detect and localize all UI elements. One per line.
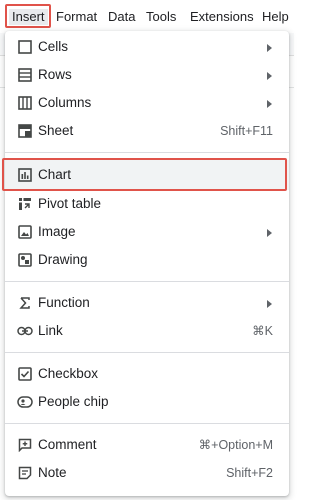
submenu-arrow-icon bbox=[267, 72, 272, 80]
shortcut-text: ⌘K bbox=[252, 324, 273, 338]
menu-item-label: Pivot table bbox=[38, 196, 102, 211]
image-icon bbox=[17, 224, 33, 240]
menu-separator bbox=[5, 423, 289, 424]
menu-item-pivot-table[interactable]: Pivot table bbox=[5, 190, 289, 218]
menu-item-label: Comment bbox=[38, 437, 97, 452]
menu-item-label: Link bbox=[38, 323, 63, 338]
menu-help[interactable]: Help bbox=[262, 9, 289, 25]
menu-item-checkbox[interactable]: Checkbox bbox=[5, 360, 289, 388]
insert-highlight-box bbox=[5, 4, 51, 28]
menu-separator bbox=[5, 281, 289, 282]
menu-item-people-chip[interactable]: People chip bbox=[5, 388, 289, 416]
add-comment-icon bbox=[17, 437, 33, 453]
note-icon bbox=[17, 465, 33, 481]
menu-item-note[interactable]: Note Shift+F2 bbox=[5, 459, 289, 487]
menu-item-rows[interactable]: Rows bbox=[5, 61, 289, 89]
menu-item-label: Image bbox=[38, 224, 76, 239]
link-icon bbox=[17, 323, 33, 339]
sigma-icon bbox=[17, 295, 33, 311]
menu-item-label: Function bbox=[38, 295, 90, 310]
menu-data[interactable]: Data bbox=[108, 9, 135, 25]
menu-item-label: Sheet bbox=[38, 123, 74, 138]
menu-item-sheet[interactable]: Sheet Shift+F11 bbox=[5, 117, 289, 145]
menu-separator bbox=[5, 152, 289, 153]
menu-format[interactable]: Format bbox=[56, 9, 97, 25]
menu-item-label: Checkbox bbox=[38, 366, 99, 381]
submenu-arrow-icon bbox=[267, 229, 272, 237]
menu-item-comment[interactable]: Comment ⌘+Option+M bbox=[5, 431, 289, 459]
shortcut-text: ⌘+Option+M bbox=[198, 438, 273, 452]
menu-item-drawing[interactable]: Drawing bbox=[5, 246, 289, 274]
menu-item-link[interactable]: Link ⌘K bbox=[5, 317, 289, 345]
menu-tools[interactable]: Tools bbox=[146, 9, 176, 25]
shortcut-text: Shift+F2 bbox=[226, 466, 273, 480]
columns-icon bbox=[17, 95, 33, 111]
menu-item-label: Columns bbox=[38, 95, 92, 110]
square-outline-icon bbox=[17, 39, 33, 55]
submenu-arrow-icon bbox=[267, 44, 272, 52]
menu-item-function[interactable]: Function bbox=[5, 289, 289, 317]
menu-item-label: Rows bbox=[38, 67, 72, 82]
menu-item-columns[interactable]: Columns bbox=[5, 89, 289, 117]
menu-item-label: Cells bbox=[38, 39, 69, 54]
shortcut-text: Shift+F11 bbox=[220, 124, 273, 138]
submenu-arrow-icon bbox=[267, 100, 272, 108]
drawing-icon bbox=[17, 252, 33, 268]
pivot-table-icon bbox=[17, 196, 33, 212]
insert-menu-dropdown: Cells Rows Columns Sheet Shift+F11 Chart bbox=[2, 31, 289, 496]
menu-item-image[interactable]: Image bbox=[5, 218, 289, 246]
checkbox-icon bbox=[17, 366, 33, 382]
menu-separator bbox=[5, 352, 289, 353]
person-chip-icon bbox=[17, 394, 33, 410]
menu-item-label: Drawing bbox=[38, 252, 88, 267]
chart-highlight-box bbox=[2, 158, 287, 191]
sheet-icon bbox=[17, 123, 33, 139]
menu-item-label: People chip bbox=[38, 394, 109, 409]
menu-item-label: Note bbox=[38, 465, 67, 480]
rows-icon bbox=[17, 67, 33, 83]
menu-extensions[interactable]: Extensions bbox=[190, 9, 254, 25]
submenu-arrow-icon bbox=[267, 300, 272, 308]
menu-item-cells[interactable]: Cells bbox=[5, 33, 289, 61]
